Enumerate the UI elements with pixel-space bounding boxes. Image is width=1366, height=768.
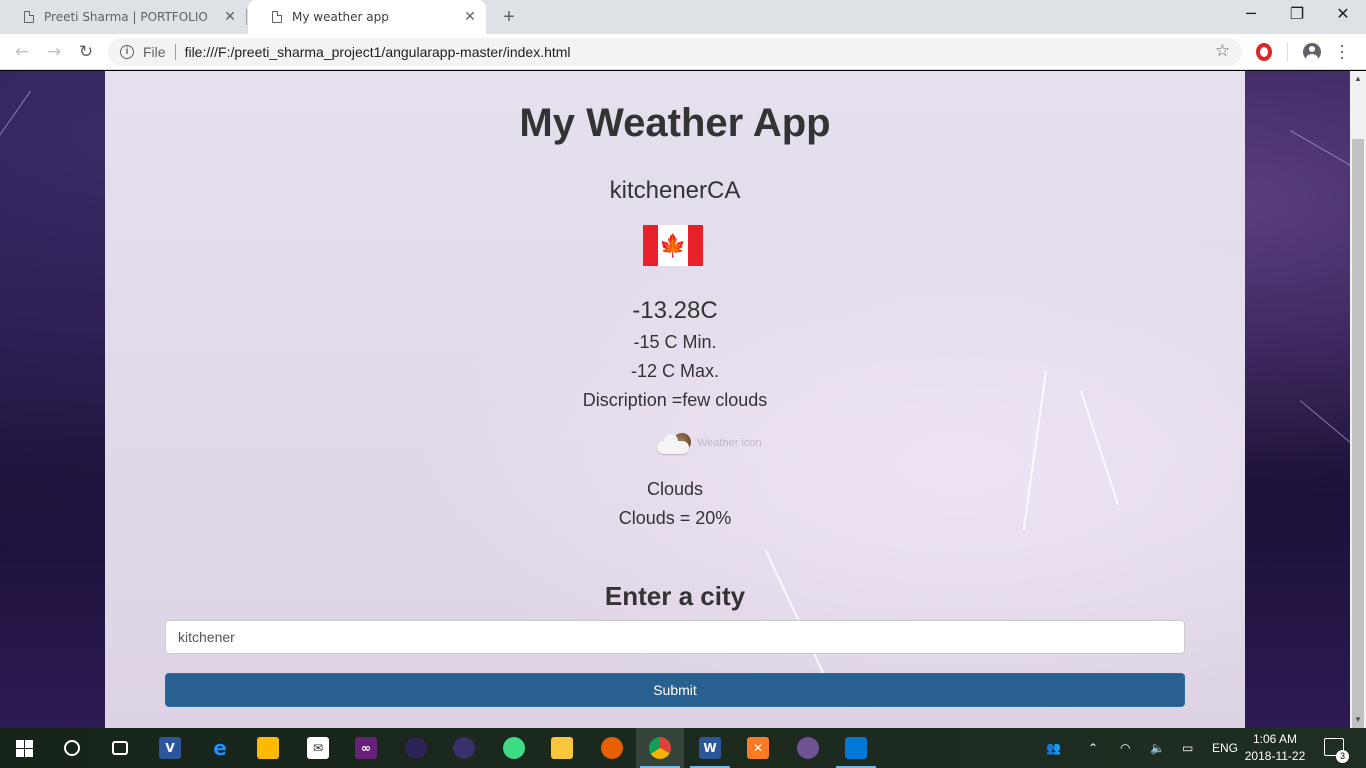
scheme-label: File	[143, 44, 166, 60]
tab-title: Preeti Sharma | PORTFOLIO	[44, 10, 208, 24]
menu-icon[interactable]: · · ·	[1339, 36, 1345, 66]
volume-icon[interactable]: 🔈	[1150, 728, 1165, 768]
restore-icon[interactable]: ❐	[1274, 4, 1320, 23]
address-bar[interactable]: i File file:///F:/preeti_sharma_project1…	[108, 38, 1242, 66]
close-tab-icon[interactable]: ✕	[462, 9, 478, 25]
notification-count-badge: 3	[1336, 750, 1349, 763]
edge-icon[interactable]: e	[196, 728, 244, 768]
store-icon[interactable]	[244, 728, 292, 768]
chrome-icon[interactable]	[636, 728, 684, 768]
github-desktop-icon[interactable]	[784, 728, 832, 768]
page-scrollbar[interactable]: ▲ ▼	[1350, 71, 1366, 735]
language-indicator[interactable]: ENG	[1212, 728, 1238, 768]
lightning-decoration	[765, 550, 826, 678]
firefox-icon[interactable]	[588, 728, 636, 768]
bookmark-star-icon[interactable]: ☆	[1215, 41, 1230, 61]
cortana-icon[interactable]	[48, 728, 96, 768]
toolbar-divider	[1287, 43, 1288, 61]
document-icon	[24, 11, 34, 23]
tab-title: My weather app	[292, 10, 389, 24]
info-icon[interactable]: i	[120, 45, 134, 59]
xampp-icon[interactable]: ✕	[734, 728, 782, 768]
document-icon	[272, 11, 282, 23]
visual-studio-icon[interactable]: ∞	[342, 728, 390, 768]
close-window-icon[interactable]: ✕	[1320, 4, 1366, 23]
close-tab-icon[interactable]: ✕	[222, 9, 238, 25]
weather-icon-alt-text: Weather icon	[697, 437, 762, 449]
clock-date: 2018-11-22	[1244, 749, 1306, 763]
lightning-decoration	[0, 91, 31, 149]
scroll-down-icon[interactable]: ▼	[1350, 712, 1366, 728]
weather-main: Clouds	[646, 479, 704, 499]
min-temperature: -15 C Min.	[633, 332, 717, 352]
current-temperature: -13.28C	[632, 297, 718, 324]
lightning-decoration	[1290, 130, 1350, 176]
city-name: kitchenerCA	[609, 177, 741, 204]
wifi-icon[interactable]: ◠	[1120, 728, 1130, 768]
url-text[interactable]: file:///F:/preeti_sharma_project1/angula…	[185, 44, 571, 60]
taskbar-clock[interactable]: 1:06 AM 2018-11-22	[1238, 731, 1312, 765]
back-icon[interactable]: ←	[11, 41, 33, 63]
weather-icon	[655, 431, 693, 457]
form-heading: Enter a city	[604, 581, 746, 611]
divider	[174, 44, 176, 60]
task-view-icon[interactable]	[96, 728, 144, 768]
mail-icon[interactable]: ✉	[294, 728, 342, 768]
scroll-up-icon[interactable]: ▲	[1350, 71, 1366, 87]
page-title: My Weather App	[519, 101, 831, 145]
eclipse-ee-icon[interactable]	[440, 728, 488, 768]
show-hidden-icons-icon[interactable]: ⌃	[1088, 728, 1098, 768]
minimize-icon[interactable]: ─	[1228, 4, 1274, 23]
clock-time: 1:06 AM	[1252, 732, 1298, 746]
eclipse-icon[interactable]	[392, 728, 440, 768]
lightning-decoration	[1300, 400, 1350, 446]
browser-toolbar: ← → ↻ i File file:///F:/preeti_sharma_pr…	[0, 34, 1366, 70]
people-icon[interactable]: 👥	[1046, 728, 1061, 768]
page-viewport: My Weather App kitchenerCA 🍁 -13.28C -15…	[0, 71, 1350, 728]
country-flag-icon: 🍁	[643, 225, 703, 266]
start-icon[interactable]	[0, 728, 48, 768]
new-tab-icon[interactable]: +	[499, 6, 519, 29]
visual-studio-code-icon[interactable]: V	[146, 728, 194, 768]
weather-container: My Weather App kitchenerCA 🍁 -13.28C -15…	[105, 71, 1245, 728]
browser-tab-strip: Preeti Sharma | PORTFOLIO ✕ My weather a…	[0, 0, 1366, 34]
file-explorer-icon[interactable]	[538, 728, 586, 768]
scrollbar-thumb[interactable]	[1352, 139, 1364, 735]
battery-icon[interactable]: ▭	[1182, 728, 1193, 768]
remote-desktop-icon[interactable]	[832, 728, 880, 768]
submit-button[interactable]: Submit	[165, 673, 1185, 707]
city-input[interactable]: kitchener	[165, 620, 1185, 654]
cloud-coverage: Clouds = 20%	[618, 508, 732, 528]
tab-separator	[246, 9, 247, 25]
android-studio-icon[interactable]	[490, 728, 538, 768]
tab-portfolio[interactable]: Preeti Sharma | PORTFOLIO ✕	[0, 0, 246, 34]
reload-icon[interactable]: ↻	[75, 41, 97, 63]
profile-icon[interactable]	[1303, 43, 1321, 61]
forward-icon[interactable]: →	[43, 41, 65, 63]
weather-description: Discription =few clouds	[582, 390, 768, 410]
max-temperature: -12 C Max.	[630, 361, 720, 381]
opera-extension-icon[interactable]	[1256, 43, 1272, 61]
tab-weather-app[interactable]: My weather app ✕	[248, 0, 486, 34]
word-icon[interactable]: W	[686, 728, 734, 768]
